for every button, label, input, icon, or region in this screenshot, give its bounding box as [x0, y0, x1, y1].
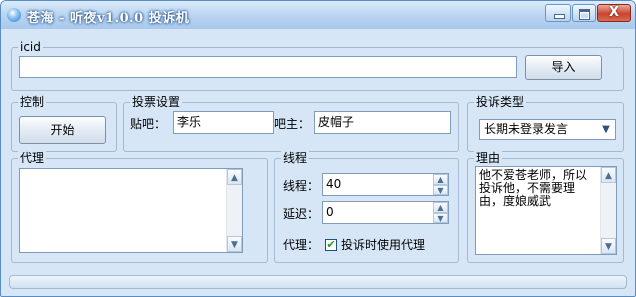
icid-group-label: icid [18, 40, 43, 54]
status-bar [9, 275, 627, 289]
spin-down-icon[interactable]: ▼ [433, 184, 448, 195]
control-group-label: 控制 [18, 95, 47, 109]
complaint-type-select[interactable]: 长期未登录发言 ▼ [479, 119, 616, 140]
thread-group-label: 线程 [281, 151, 310, 165]
minimize-button[interactable] [545, 4, 571, 22]
proxy-scrollbar[interactable]: ▲ ▼ [226, 169, 242, 252]
app-icon [7, 8, 21, 22]
spin-down-icon[interactable]: ▼ [433, 212, 448, 223]
scroll-down-icon[interactable]: ▼ [601, 238, 616, 254]
complaint-type-label: 投诉类型 [474, 95, 527, 109]
reason-textarea[interactable]: 他不爱苍老师，所以投诉他，不需要理由，度娘威武 ▲ ▼ [475, 166, 617, 255]
proxy-group: 代理 ▲ ▼ [11, 151, 268, 263]
complaint-type-group: 投诉类型 长期未登录发言 ▼ [467, 95, 624, 152]
minimize-icon [554, 14, 565, 19]
maximize-icon [579, 9, 590, 20]
spin-up-icon[interactable]: ▲ [433, 202, 448, 213]
window-title: 苍海 - 听夜v1.0.0 投诉机 [27, 11, 190, 26]
threads-spinner[interactable]: ▲ ▼ [433, 174, 448, 195]
owner-label: 吧主： [274, 117, 311, 131]
threads-input[interactable]: 40 ▲ ▼ [322, 173, 449, 196]
use-proxy-checkbox[interactable]: ✔ [325, 239, 337, 251]
delay-value: 0 [326, 205, 334, 219]
delay-input[interactable]: 0 ▲ ▼ [322, 201, 449, 224]
vote-settings-group: 投票设置 贴吧： 李乐 吧主： 皮帽子 [123, 95, 459, 152]
reason-group: 理由 他不爱苍老师，所以投诉他，不需要理由，度娘威武 ▲ ▼ [467, 151, 624, 263]
thread-group: 线程 线程： 40 ▲ ▼ 延迟： 0 ▲ ▼ 代理： ✔ 投诉时使用代理 [274, 151, 459, 263]
delay-spinner[interactable]: ▲ ▼ [433, 202, 448, 223]
control-group: 控制 开始 [11, 95, 117, 152]
reason-text: 他不爱苍老师，所以投诉他，不需要理由，度娘威武 [479, 168, 588, 208]
chevron-down-icon[interactable]: ▼ [598, 121, 614, 138]
vote-settings-label: 投票设置 [130, 95, 183, 109]
start-button[interactable]: 开始 [19, 116, 106, 144]
threads-label: 线程： [283, 179, 320, 193]
complaint-type-value: 长期未登录发言 [484, 122, 569, 136]
tieba-input[interactable]: 李乐 [173, 111, 274, 134]
proxy-option-label: 代理： [283, 238, 320, 252]
delay-label: 延迟： [283, 207, 320, 221]
scroll-up-icon[interactable]: ▲ [227, 169, 242, 185]
maximize-button[interactable] [572, 4, 596, 22]
threads-value: 40 [326, 177, 342, 191]
proxy-list-textarea[interactable]: ▲ ▼ [19, 168, 243, 253]
import-button[interactable]: 导入 [525, 55, 602, 80]
main-window: 苍海 - 听夜v1.0.0 投诉机 X icid 导入 控制 开始 投票设置 贴… [0, 0, 636, 297]
icid-group: icid 导入 [11, 40, 624, 91]
reason-scrollbar[interactable]: ▲ ▼ [600, 167, 616, 254]
close-button[interactable]: X [597, 4, 631, 22]
icid-input[interactable] [19, 56, 517, 78]
proxy-group-label: 代理 [18, 151, 47, 165]
title-bar[interactable]: 苍海 - 听夜v1.0.0 投诉机 X [1, 1, 635, 29]
tieba-label: 贴吧： [130, 117, 167, 131]
use-proxy-checkbox-label[interactable]: 投诉时使用代理 [341, 238, 425, 252]
close-icon: X [609, 5, 620, 20]
scroll-down-icon[interactable]: ▼ [227, 236, 242, 252]
spin-up-icon[interactable]: ▲ [433, 174, 448, 185]
owner-input[interactable]: 皮帽子 [314, 111, 451, 134]
reason-group-label: 理由 [474, 151, 503, 165]
scroll-up-icon[interactable]: ▲ [601, 167, 616, 183]
